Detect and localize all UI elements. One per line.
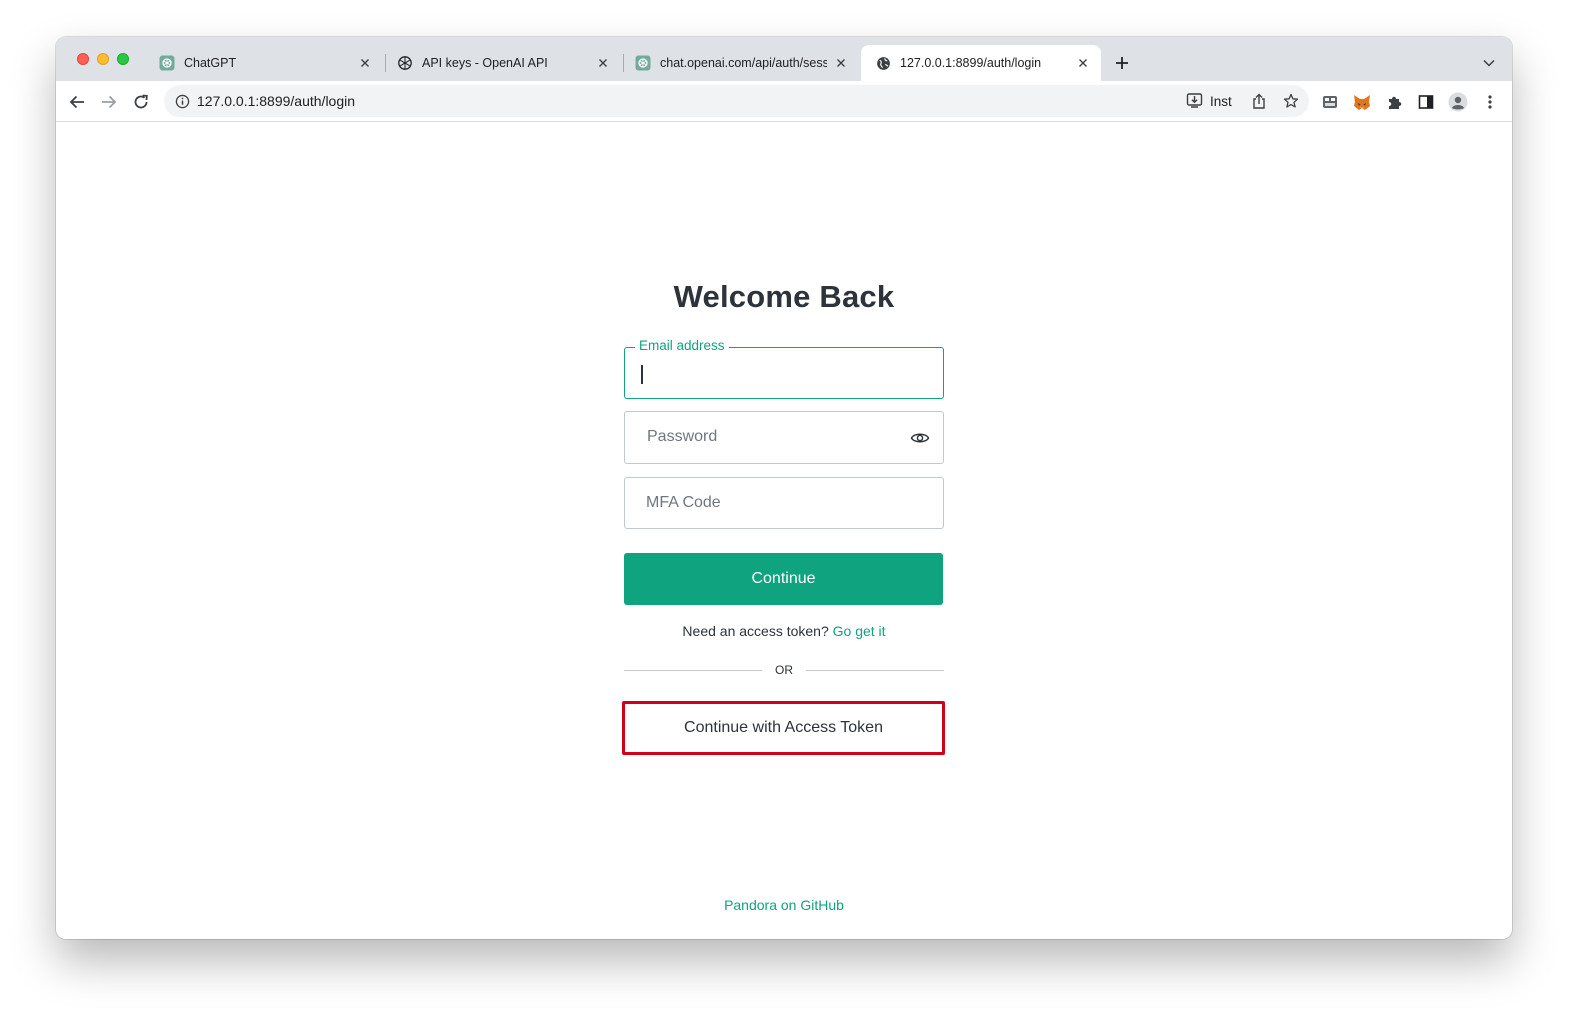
back-button[interactable] bbox=[66, 91, 88, 113]
close-window-button[interactable] bbox=[77, 53, 89, 65]
continue-with-access-token-button[interactable]: Continue with Access Token bbox=[622, 701, 945, 755]
metamask-fox-icon[interactable] bbox=[1351, 91, 1373, 113]
new-tab-button[interactable] bbox=[1112, 53, 1132, 73]
openai-icon bbox=[397, 55, 413, 71]
install-label: Inst bbox=[1210, 93, 1232, 109]
access-token-prompt: Need an access token? Go get it bbox=[624, 623, 944, 639]
tab-title: chat.openai.com/api/auth/session bbox=[660, 56, 827, 70]
email-field[interactable]: Email address bbox=[624, 338, 944, 399]
divider-right bbox=[806, 670, 944, 671]
tab-login-active[interactable]: 127.0.0.1:8899/auth/login bbox=[861, 45, 1101, 81]
reload-button[interactable] bbox=[130, 91, 152, 113]
password-placeholder: Password bbox=[647, 428, 718, 445]
tab-close-icon[interactable] bbox=[1075, 55, 1091, 71]
divider-left bbox=[624, 670, 762, 671]
chatgpt-icon bbox=[635, 55, 651, 71]
email-label: Email address bbox=[635, 338, 729, 353]
tab-title: API keys - OpenAI API bbox=[422, 56, 548, 70]
bookmark-star-icon[interactable] bbox=[1282, 92, 1300, 110]
minimize-window-button[interactable] bbox=[97, 53, 109, 65]
install-icon bbox=[1186, 92, 1203, 111]
mfa-code-field[interactable]: MFA Code bbox=[624, 477, 944, 529]
profile-avatar-icon[interactable] bbox=[1447, 91, 1469, 113]
text-caret bbox=[641, 365, 643, 384]
browser-toolbar: 127.0.0.1:8899/auth/login Inst bbox=[56, 81, 1512, 122]
access-token-question: Need an access token? bbox=[682, 623, 829, 639]
maximize-window-button[interactable] bbox=[117, 53, 129, 65]
browser-window: ChatGPT API keys - OpenAI API chat.opena… bbox=[56, 37, 1512, 939]
tab-close-icon[interactable] bbox=[595, 55, 611, 71]
share-icon[interactable] bbox=[1250, 92, 1268, 110]
tab-close-icon[interactable] bbox=[357, 55, 373, 71]
pandora-github-link[interactable]: Pandora on GitHub bbox=[624, 897, 944, 913]
address-url[interactable]: 127.0.0.1:8899/auth/login bbox=[197, 93, 355, 109]
tab-strip: ChatGPT API keys - OpenAI API chat.opena… bbox=[56, 37, 1512, 81]
extensions-puzzle-icon[interactable] bbox=[1383, 91, 1405, 113]
globe-icon bbox=[875, 55, 891, 71]
chatgpt-icon bbox=[159, 55, 175, 71]
install-app-button[interactable]: Inst bbox=[1186, 91, 1232, 111]
forward-button[interactable] bbox=[98, 91, 120, 113]
page-title: Welcome Back bbox=[673, 279, 895, 314]
mfa-placeholder: MFA Code bbox=[646, 494, 721, 511]
tab-title: 127.0.0.1:8899/auth/login bbox=[900, 56, 1042, 70]
tab-api-keys[interactable]: API keys - OpenAI API bbox=[383, 45, 621, 81]
tab-chatgpt[interactable]: ChatGPT bbox=[145, 45, 383, 81]
show-password-eye-icon[interactable] bbox=[909, 429, 931, 447]
tab-close-icon[interactable] bbox=[833, 55, 849, 71]
browser-menu-icon[interactable] bbox=[1479, 91, 1501, 113]
or-separator: OR bbox=[775, 663, 793, 677]
go-get-it-link[interactable]: Go get it bbox=[833, 623, 886, 639]
side-panel-icon[interactable] bbox=[1415, 91, 1437, 113]
continue-button[interactable]: Continue bbox=[624, 553, 943, 605]
site-info-icon[interactable] bbox=[174, 93, 190, 109]
address-bar[interactable]: 127.0.0.1:8899/auth/login Inst bbox=[164, 85, 1309, 117]
password-field[interactable]: Password bbox=[624, 411, 944, 464]
tab-title: ChatGPT bbox=[184, 56, 237, 70]
tab-auth-session[interactable]: chat.openai.com/api/auth/session bbox=[621, 45, 859, 81]
page-content: Welcome Back Email address Password MFA … bbox=[56, 123, 1512, 939]
extension-grid-icon[interactable] bbox=[1319, 91, 1341, 113]
tab-search-chevron-icon[interactable] bbox=[1480, 54, 1498, 72]
